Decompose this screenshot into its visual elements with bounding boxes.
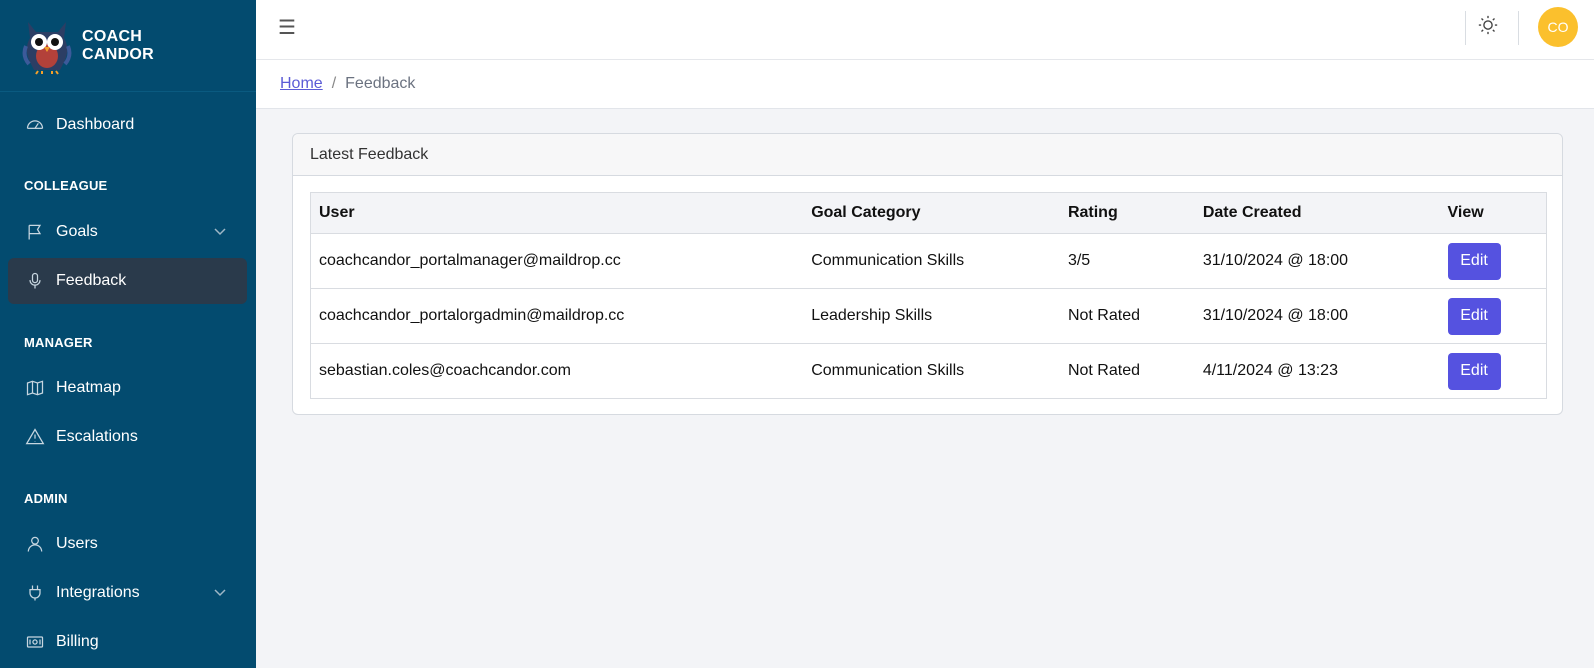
section-label-admin: ADMIN [24,491,68,506]
sidebar-item-label: Billing [56,633,99,650]
cell-goal-category: Leadership Skills [803,288,1060,344]
breadcrumb: Home / Feedback [256,60,1594,109]
cell-user: sebastian.coles@coachcandor.com [310,343,804,399]
table-row: coachcandor_portalorgadmin@maildrop.cc L… [310,288,1547,344]
warning-triangle-icon [24,426,46,448]
cell-rating: 3/5 [1059,233,1195,289]
edit-button[interactable]: Edit [1447,352,1501,390]
sidebar-item-feedback[interactable]: Feedback [8,258,247,304]
breadcrumb-current: Feedback [345,75,416,92]
sidebar-item-label: Heatmap [56,379,121,396]
owl-logo-icon [22,21,72,75]
column-header-view: View [1439,192,1547,234]
speedometer-icon [24,114,46,136]
cell-goal-category: Communication Skills [803,343,1060,399]
chevron-down-icon [213,585,227,599]
sidebar-item-users[interactable]: Users [8,521,247,567]
brand-name: COACH CANDOR [82,28,154,64]
user-icon [24,533,46,555]
sidebar-item-label: Integrations [56,584,140,601]
plug-icon [24,582,46,604]
billing-icon [24,631,46,653]
column-header-rating: Rating [1059,192,1195,234]
breadcrumb-separator: / [331,75,337,92]
sidebar-item-label: Escalations [56,428,138,445]
section-label-colleague: COLLEAGUE [24,178,108,193]
table-header-row: User Goal Category Rating Date Created V… [310,192,1547,234]
hamburger-menu-icon[interactable]: ☰ [278,17,300,39]
feedback-table: User Goal Category Rating Date Created V… [310,192,1547,399]
latest-feedback-card: Latest Feedback User Goal Category Ratin… [292,133,1563,415]
sidebar-item-label: Feedback [56,272,127,289]
avatar[interactable]: CO [1538,7,1578,47]
column-header-date-created: Date Created [1194,192,1440,234]
chevron-down-icon [213,224,227,238]
card-title: Latest Feedback [293,134,1562,176]
brand-line2: CANDOR [82,45,155,63]
section-label-manager: MANAGER [24,335,93,350]
sidebar-item-label: Users [56,535,98,552]
divider [1465,11,1466,45]
breadcrumb-home-link[interactable]: Home [280,75,323,93]
sidebar-item-billing[interactable]: Billing [8,619,247,665]
brand-line1: COACH [82,27,143,45]
brand[interactable]: COACH CANDOR [0,0,256,92]
table-row: sebastian.coles@coachcandor.com Communic… [310,343,1547,399]
column-header-user: User [310,192,804,234]
sun-icon[interactable] [1477,14,1501,38]
cell-date-created: 31/10/2024 @ 18:00 [1194,233,1440,289]
map-icon [24,377,46,399]
sidebar-item-label: Goals [56,223,98,240]
sidebar-item-escalations[interactable]: Escalations [8,414,247,460]
edit-button[interactable]: Edit [1447,242,1501,280]
cell-date-created: 31/10/2024 @ 18:00 [1194,288,1440,344]
sidebar-item-integrations[interactable]: Integrations [8,570,247,616]
cell-user: coachcandor_portalorgadmin@maildrop.cc [310,288,804,344]
table-row: coachcandor_portalmanager@maildrop.cc Co… [310,233,1547,289]
topbar: ☰ CO [256,0,1594,60]
cell-user: coachcandor_portalmanager@maildrop.cc [310,233,804,289]
sidebar-item-label: Dashboard [56,116,135,133]
edit-button[interactable]: Edit [1447,297,1501,335]
sidebar-item-goals[interactable]: Goals [8,209,247,255]
divider [1518,11,1519,45]
cell-rating: Not Rated [1059,343,1195,399]
flag-icon [24,221,46,243]
microphone-icon [24,270,46,292]
sidebar-item-dashboard[interactable]: Dashboard [8,102,247,148]
cell-view: Edit [1439,343,1547,399]
sidebar-item-heatmap[interactable]: Heatmap [8,365,247,411]
cell-date-created: 4/11/2024 @ 13:23 [1194,343,1440,399]
cell-view: Edit [1439,233,1547,289]
cell-rating: Not Rated [1059,288,1195,344]
column-header-goal-category: Goal Category [803,192,1060,234]
cell-view: Edit [1439,288,1547,344]
sidebar: COACH CANDOR Dashboard COLLEAGUE Goals F… [0,0,256,668]
cell-goal-category: Communication Skills [803,233,1060,289]
